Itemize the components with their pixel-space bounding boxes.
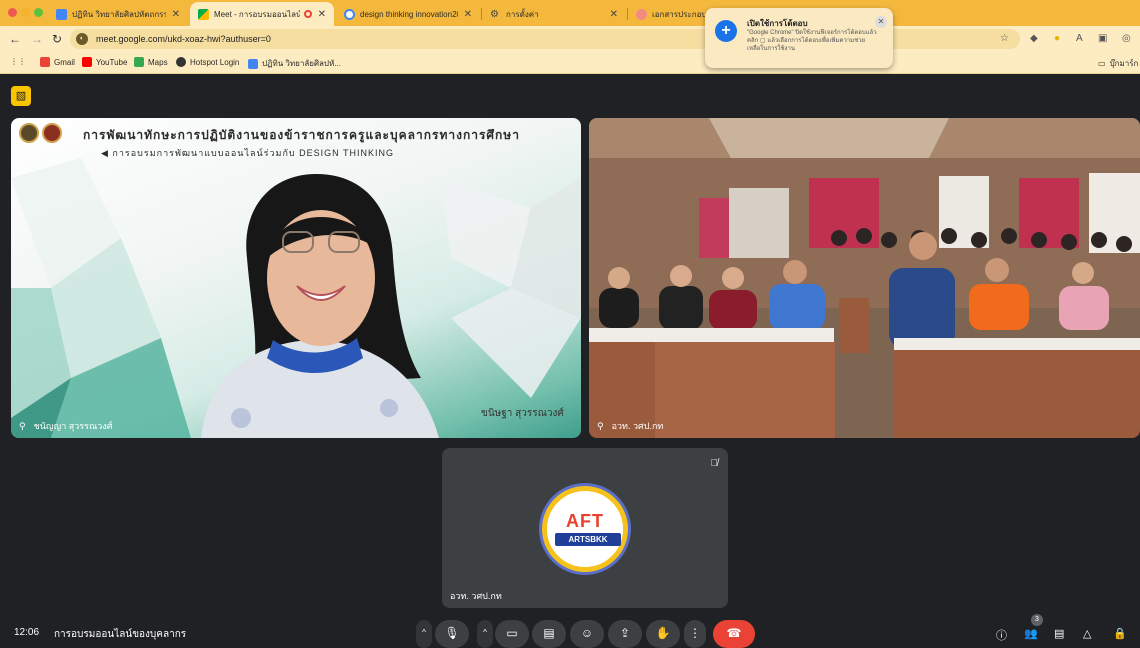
meet-icon: [198, 8, 209, 20]
bookmarks-bar: ⋮⋮ Gmail YouTube Maps Hotspot Login ปฏิท…: [0, 52, 1140, 74]
meeting-clock: 12:06: [14, 627, 40, 638]
captions-button[interactable]: ▤: [532, 620, 566, 648]
plus-icon: +: [715, 20, 737, 42]
close-tab-icon[interactable]: ✕: [610, 9, 618, 20]
gmail-icon: [40, 57, 50, 67]
emoji-button[interactable]: ☺: [570, 620, 604, 648]
close-window-button[interactable]: [8, 8, 17, 17]
url-text: meet.google.com/ukd-xoaz-hwi?authuser=0: [96, 34, 271, 44]
pin-icon[interactable]: ⚲: [19, 421, 26, 432]
youtube-icon: [82, 57, 92, 67]
bookmark-star-icon[interactable]: ☆: [1000, 33, 1009, 44]
google-icon: [344, 8, 355, 20]
activities-icon[interactable]: △: [1083, 627, 1091, 640]
close-popup-button[interactable]: ✕: [875, 16, 887, 28]
info-icon[interactable]: ⓘ: [996, 627, 1007, 643]
close-tab-icon[interactable]: ✕: [318, 9, 326, 20]
lightbulb-icon[interactable]: ●: [1054, 33, 1060, 44]
reload-icon[interactable]: ↻: [52, 31, 62, 47]
close-tab-icon[interactable]: ✕: [464, 9, 472, 20]
chrome-interaction-popup: + เปิดใช้การโต้ตอบ "Google Chrome" ปิดใช…: [705, 8, 893, 68]
artsbkk-tile[interactable]: 🎙̸ AFT ARTSBKK อวท. วศป.กท: [442, 448, 728, 608]
microphone-button[interactable]: 🎙: [435, 620, 469, 648]
pin-icon[interactable]: ⚲: [597, 421, 604, 432]
forward-icon[interactable]: →: [31, 31, 43, 47]
gear-icon: ⚙: [490, 8, 499, 20]
raise-hand-button[interactable]: ✋: [646, 620, 680, 648]
mirrored-name-text: ขนิษฐา สุวรรณวงศ์: [481, 408, 564, 419]
tab-settings[interactable]: ⚙ การตั้งค่า ✕: [482, 2, 626, 26]
audio-options-chevron[interactable]: ^: [416, 620, 432, 648]
classroom-tile[interactable]: ⚲ อวท. วศป.กท: [589, 118, 1140, 438]
presenter-name-label: ⚲ ชนัญญา สุวรรณวงศ์: [19, 420, 113, 432]
more-options-button[interactable]: ⋮: [684, 620, 706, 648]
bookmark-youtube[interactable]: YouTube: [82, 57, 127, 67]
aft-artsbkk-logo: AFT ARTSBKK: [542, 486, 628, 572]
end-call-button[interactable]: ☎: [713, 620, 755, 648]
close-tab-icon[interactable]: ✕: [172, 9, 180, 20]
video-options-chevron[interactable]: ^: [477, 620, 493, 648]
classroom-video: [589, 118, 1140, 438]
tab-strip: ปฏิทิน วิทยาลัยศิลปหัตถกรรมกรุ ✕ Meet - …: [0, 0, 1140, 26]
people-icon[interactable]: 👥: [1024, 627, 1038, 640]
translate-icon[interactable]: A: [1076, 33, 1083, 44]
minimize-window-button[interactable]: [21, 8, 30, 17]
apps-grid-icon[interactable]: ⋮⋮: [10, 57, 26, 66]
extension-icon[interactable]: ◆: [1030, 33, 1038, 44]
maximize-window-button[interactable]: [34, 8, 43, 17]
artsbkk-name-label: อวท. วศป.กท: [450, 591, 502, 601]
maps-icon: [134, 57, 144, 67]
bookmark-hotspot[interactable]: Hotspot Login: [176, 57, 239, 67]
bookmark-calendar[interactable]: ปฏิทิน วิทยาลัยศิลปหั...: [248, 57, 341, 70]
back-icon[interactable]: ←: [9, 31, 21, 47]
calendar-icon: [56, 8, 67, 20]
puzzle-icon[interactable]: ▣: [1098, 33, 1107, 44]
mic-off-icon: 🎙̸: [710, 458, 719, 469]
bookmark-maps[interactable]: Maps: [134, 57, 168, 67]
people-count-badge: 3: [1031, 614, 1043, 626]
calendar-icon: [248, 58, 258, 69]
site-info-icon[interactable]: ◐: [76, 33, 88, 45]
presenter-tile[interactable]: การพัฒนาทักษะการปฏิบัติงานของข้าราชการคร…: [11, 118, 581, 438]
presenter-video: [201, 174, 439, 438]
profile-avatar[interactable]: ◎: [1122, 33, 1131, 44]
classroom-name-label: ⚲ อวท. วศป.กท: [597, 420, 664, 432]
document-icon: [636, 8, 647, 20]
host-controls-icon[interactable]: 🔒: [1113, 627, 1127, 640]
bookmarks-folder[interactable]: ▭ บุ๊กมาร์ก: [1098, 57, 1138, 70]
folder-icon: ▭: [1098, 59, 1106, 68]
tab-design-thinking[interactable]: design thinking innovation20 ✕: [336, 2, 480, 26]
tab-meet[interactable]: Meet - การอบรมออนไลน์ของ ✕: [190, 2, 334, 26]
notes-button[interactable]: ▧: [11, 86, 31, 106]
tab-calendar[interactable]: ปฏิทิน วิทยาลัยศิลปหัตถกรรมกรุ ✕: [48, 2, 188, 26]
browser-toolbar: ← → ↻ ◐ meet.google.com/ukd-xoaz-hwi?aut…: [0, 26, 1140, 52]
chat-icon[interactable]: ▤: [1054, 627, 1064, 640]
bookmark-gmail[interactable]: Gmail: [40, 57, 75, 67]
recording-icon: [303, 10, 312, 18]
camera-button[interactable]: ▭: [495, 620, 529, 648]
globe-icon: [176, 57, 186, 67]
present-button[interactable]: ⇪: [608, 620, 642, 648]
